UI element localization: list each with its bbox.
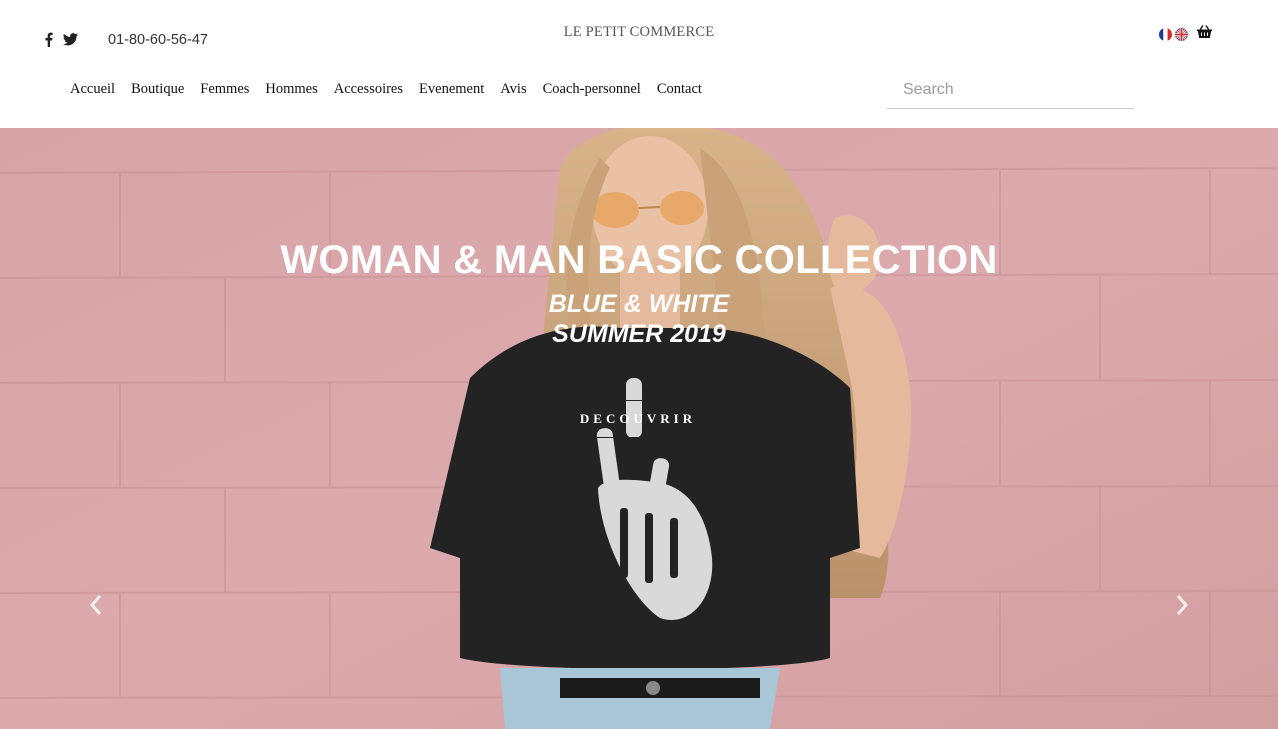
hero-subline-season: SUMMER 2019 <box>552 320 726 348</box>
nav-item-avis[interactable]: Avis <box>492 80 534 98</box>
main-nav: Accueil Boutique Femmes Hommes Accessoir… <box>62 80 710 98</box>
fr-flag-icon[interactable] <box>1159 27 1172 41</box>
brand-label[interactable]: LE PETIT COMMERCE <box>564 24 715 41</box>
hero-headline: WOMAN & MAN BASIC COLLECTION <box>280 238 998 282</box>
nav-item-hommes[interactable]: Hommes <box>257 80 325 98</box>
nav-item-femmes[interactable]: Femmes <box>192 80 257 98</box>
chevron-left-icon <box>89 595 102 615</box>
carousel-prev-button[interactable] <box>86 593 106 617</box>
nav-item-coach-personnel[interactable]: Coach-personnel <box>535 80 649 98</box>
decouvrir-button[interactable]: DECOUVRIR <box>568 400 708 438</box>
basket-icon[interactable] <box>1197 25 1212 43</box>
hero-subline-color: BLUE & WHITE <box>548 290 730 318</box>
nav-item-accessoires[interactable]: Accessoires <box>326 80 411 98</box>
nav-item-boutique[interactable]: Boutique <box>123 80 192 98</box>
site-brand[interactable]: LE PETIT COMMERCE <box>0 24 1278 41</box>
search-input[interactable] <box>887 72 1134 109</box>
chevron-right-icon <box>1176 595 1189 615</box>
uk-flag-icon[interactable] <box>1175 27 1188 41</box>
nav-item-contact[interactable]: Contact <box>649 80 710 98</box>
nav-item-evenement[interactable]: Evenement <box>411 80 492 98</box>
nav-item-accueil[interactable]: Accueil <box>62 80 123 98</box>
top-header: 01-80-60-56-47 LE PETIT COMMERCE Accueil… <box>0 0 1278 128</box>
carousel-next-button[interactable] <box>1172 593 1192 617</box>
utility-icons <box>1159 25 1212 43</box>
